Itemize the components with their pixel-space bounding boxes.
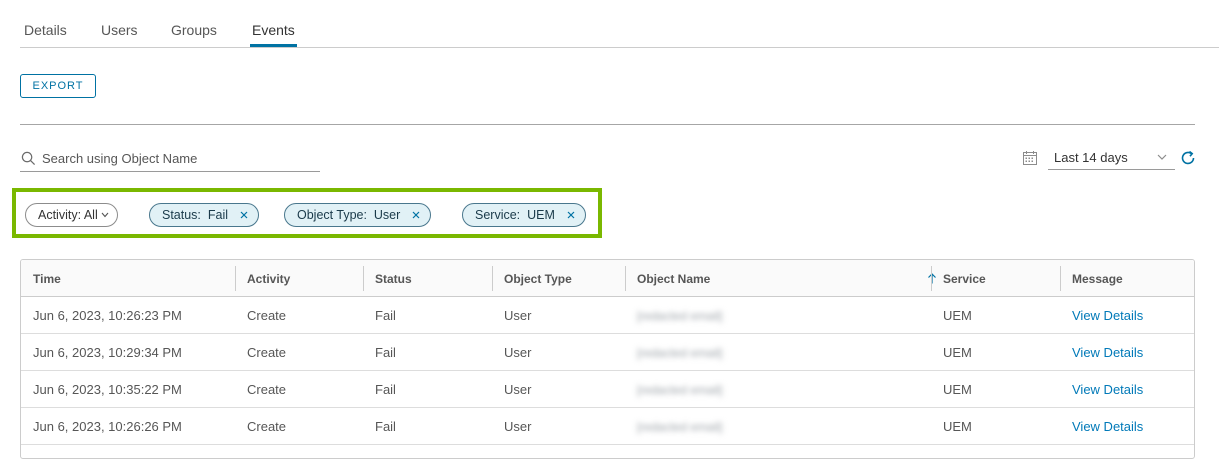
cell-activity: Create <box>247 308 287 323</box>
cell-object-name-redacted: [redacted email] <box>637 382 723 397</box>
chevron-down-icon <box>1157 154 1167 160</box>
date-range-value: Last 14 days <box>1054 150 1128 165</box>
cell-service: UEM <box>943 382 972 397</box>
activity-filter-chip[interactable]: Activity: All <box>25 203 118 227</box>
column-header-service[interactable]: Service <box>931 260 986 297</box>
column-header-object-type[interactable]: Object Type <box>492 260 572 297</box>
cell-status: Fail <box>375 382 396 397</box>
export-button[interactable]: EXPORT <box>20 74 96 98</box>
view-details-link[interactable]: View Details <box>1060 297 1143 334</box>
search-input[interactable] <box>42 151 312 166</box>
table-row: Jun 6, 2023, 10:35:22 PM Create Fail Use… <box>21 371 1194 408</box>
cell-status: Fail <box>375 419 396 434</box>
table-row: Jun 6, 2023, 10:26:23 PM Create Fail Use… <box>21 297 1194 334</box>
tab-details[interactable]: Details <box>24 22 67 46</box>
search-icon <box>21 151 36 166</box>
cell-time: Jun 6, 2023, 10:29:34 PM <box>33 345 182 360</box>
column-header-activity[interactable]: Activity <box>235 260 290 297</box>
tab-bar: Details Users Groups Events <box>20 0 1219 48</box>
cell-object-type: User <box>504 419 532 434</box>
column-header-status[interactable]: Status <box>363 260 412 297</box>
refresh-icon[interactable] <box>1180 150 1196 166</box>
table-row: Jun 6, 2023, 10:26:26 PM Create Fail Use… <box>21 408 1194 445</box>
view-details-link[interactable]: View Details <box>1060 334 1143 371</box>
tab-groups[interactable]: Groups <box>171 22 217 46</box>
cell-object-name-redacted: [redacted email] <box>637 345 723 360</box>
table-row: Jun 6, 2023, 10:29:34 PM Create Fail Use… <box>21 334 1194 371</box>
cell-service: UEM <box>943 419 972 434</box>
close-icon[interactable] <box>240 211 248 219</box>
cell-object-type: User <box>504 308 532 323</box>
view-details-link[interactable]: View Details <box>1060 371 1143 408</box>
cell-object-type: User <box>504 345 532 360</box>
cell-status: Fail <box>375 345 396 360</box>
object-type-filter-chip[interactable]: Object Type: User <box>284 203 432 227</box>
view-details-link[interactable]: View Details <box>1060 408 1143 445</box>
status-filter-label: Status: Fail <box>162 208 228 222</box>
section-divider <box>20 124 1195 125</box>
column-header-message[interactable]: Message <box>1060 260 1123 297</box>
column-header-time[interactable]: Time <box>21 260 61 297</box>
date-range-select[interactable]: Last 14 days <box>1048 146 1175 170</box>
service-filter-chip[interactable]: Service: UEM <box>462 203 586 227</box>
calendar-icon[interactable] <box>1023 151 1037 165</box>
events-table: Time Activity Status Object Type Object … <box>20 259 1195 459</box>
cell-time: Jun 6, 2023, 10:26:26 PM <box>33 419 182 434</box>
cell-time: Jun 6, 2023, 10:35:22 PM <box>33 382 182 397</box>
object-type-filter-label: Object Type: User <box>297 208 401 222</box>
cell-activity: Create <box>247 345 287 360</box>
service-filter-label: Service: UEM <box>475 208 555 222</box>
cell-service: UEM <box>943 345 972 360</box>
table-header: Time Activity Status Object Type Object … <box>21 260 1194 297</box>
close-icon[interactable] <box>412 211 420 219</box>
cell-object-name-redacted: [redacted email] <box>637 419 723 434</box>
tab-events[interactable]: Events <box>250 22 297 47</box>
search-bar <box>20 146 320 172</box>
cell-activity: Create <box>247 382 287 397</box>
activity-filter-label: Activity: All <box>38 208 98 222</box>
status-filter-chip[interactable]: Status: Fail <box>149 203 259 227</box>
chevron-down-icon <box>101 212 109 218</box>
tab-users[interactable]: Users <box>101 22 138 46</box>
close-icon[interactable] <box>567 211 575 219</box>
cell-activity: Create <box>247 419 287 434</box>
cell-service: UEM <box>943 308 972 323</box>
cell-object-name-redacted: [redacted email] <box>637 308 723 323</box>
cell-object-type: User <box>504 382 532 397</box>
column-header-object-name[interactable]: Object Name <box>625 260 710 297</box>
cell-status: Fail <box>375 308 396 323</box>
cell-time: Jun 6, 2023, 10:26:23 PM <box>33 308 182 323</box>
